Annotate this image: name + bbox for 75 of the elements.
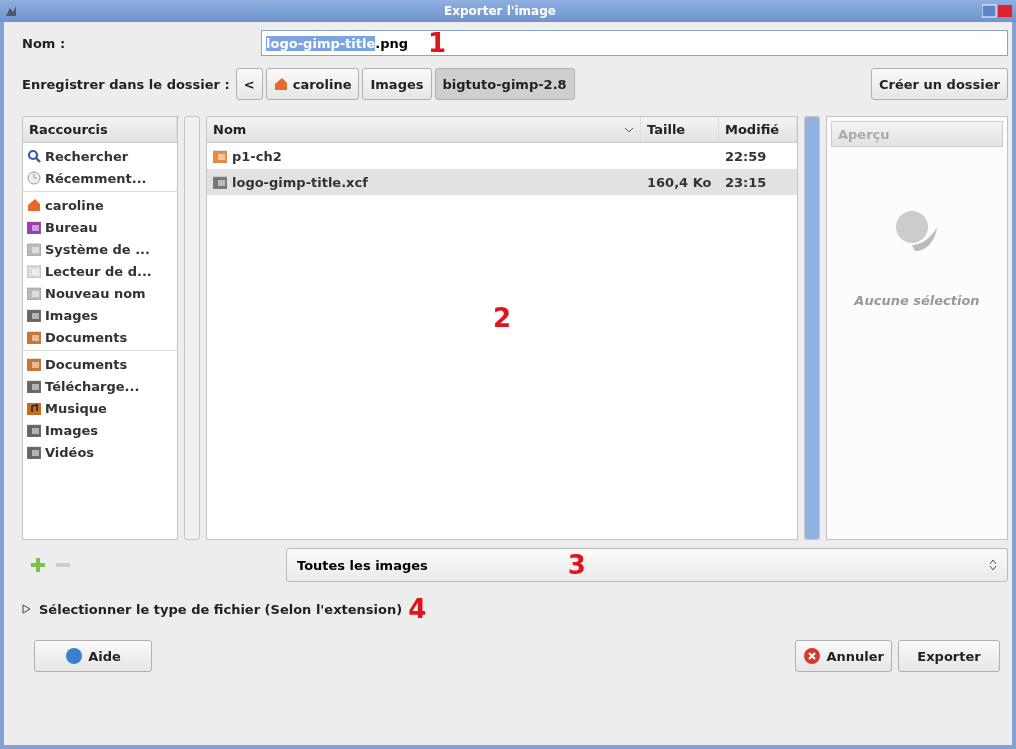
shortcut-item[interactable]: Récemment... bbox=[23, 167, 177, 189]
selected-text: logo-gimp-title bbox=[266, 35, 376, 51]
document-folder-icon bbox=[27, 357, 41, 371]
desktop-icon bbox=[27, 220, 41, 234]
window-title: Exporter l'image bbox=[444, 4, 556, 18]
annotation-number: 1 bbox=[428, 30, 447, 56]
app-icon bbox=[4, 4, 18, 18]
disc-drive-icon bbox=[27, 264, 41, 278]
home-icon bbox=[273, 77, 288, 91]
scrollbar[interactable] bbox=[804, 116, 820, 540]
export-button[interactable]: Exporter bbox=[898, 640, 1000, 672]
shortcut-item[interactable]: Musique bbox=[23, 397, 177, 419]
window-controls-icon[interactable] bbox=[982, 4, 1012, 18]
music-folder-icon bbox=[27, 401, 41, 415]
create-folder-button[interactable]: Créer un dossier bbox=[871, 68, 1008, 100]
remove-icon[interactable] bbox=[56, 563, 70, 567]
drive-icon bbox=[27, 286, 41, 300]
file-date: 22:59 bbox=[724, 148, 768, 164]
file-row[interactable]: p1-ch2 22:59 bbox=[207, 143, 797, 169]
path-button[interactable]: caroline bbox=[265, 68, 360, 100]
folder-icon bbox=[27, 379, 41, 393]
spinner-arrows-icon bbox=[989, 559, 997, 571]
field-text: .png bbox=[375, 35, 409, 51]
folder-icon bbox=[27, 445, 41, 459]
column-header[interactable]: Modifié bbox=[719, 117, 797, 143]
file-name: logo-gimp-title.xcf bbox=[207, 174, 641, 190]
shortcut-item[interactable]: Images bbox=[23, 419, 177, 441]
folder-icon bbox=[27, 423, 41, 437]
annotation-number: 3 bbox=[567, 552, 586, 578]
triangle-right-icon bbox=[22, 604, 31, 614]
file-size: 160,4 Ko bbox=[646, 174, 713, 190]
column-header[interactable]: Raccourcis bbox=[23, 117, 177, 143]
shortcut-item[interactable]: Documents bbox=[23, 353, 177, 375]
path-button[interactable]: Images bbox=[362, 68, 432, 100]
expander-toggle[interactable]: Sélectionner le type de fichier (Selon l'extension) bbox=[22, 601, 403, 617]
chevron-down-icon bbox=[624, 126, 634, 133]
field-label: Enregistrer dans le dossier : bbox=[22, 76, 230, 92]
field-label: Nom : bbox=[22, 35, 66, 51]
path-button[interactable]: bigtuto-gimp-2.8 bbox=[434, 68, 575, 100]
cancel-icon bbox=[803, 647, 822, 665]
shortcut-item[interactable]: Lecteur de d... bbox=[23, 260, 177, 282]
column-header[interactable]: Nom bbox=[207, 117, 641, 143]
home-icon bbox=[27, 198, 41, 212]
image-file-icon bbox=[213, 175, 227, 189]
back-button[interactable]: < bbox=[235, 68, 263, 100]
help-icon bbox=[65, 647, 84, 665]
annotation-number: 4 bbox=[408, 596, 427, 622]
file-date: 23:15 bbox=[724, 174, 768, 190]
shortcut-item[interactable]: Rechercher bbox=[23, 145, 177, 167]
file-type-dropdown[interactable]: Toutes les images 3 bbox=[286, 548, 1008, 582]
search-icon bbox=[27, 149, 41, 163]
shortcut-item[interactable]: Images bbox=[23, 304, 177, 326]
column-header: Aperçu bbox=[831, 121, 1003, 147]
shortcut-item[interactable]: Bureau bbox=[23, 216, 177, 238]
help-button[interactable]: Aide bbox=[34, 640, 152, 672]
file-name: p1-ch2 bbox=[207, 148, 641, 164]
folder-icon bbox=[27, 308, 41, 322]
drive-icon bbox=[27, 242, 41, 256]
shortcut-item[interactable]: caroline bbox=[23, 194, 177, 216]
shortcut-item[interactable]: Télécharge... bbox=[23, 375, 177, 397]
name-field[interactable]: logo-gimp-title.png 1 bbox=[261, 30, 1008, 56]
scrollbar[interactable] bbox=[184, 116, 200, 540]
annotation-number: 2 bbox=[492, 305, 512, 335]
document-folder-icon bbox=[27, 330, 41, 344]
shortcut-item[interactable]: Documents bbox=[23, 326, 177, 348]
add-icon[interactable] bbox=[30, 557, 46, 573]
cancel-button[interactable]: Annuler bbox=[795, 640, 892, 672]
clock-icon bbox=[27, 171, 41, 185]
folder-icon bbox=[213, 149, 227, 163]
shortcut-item[interactable]: Système de ... bbox=[23, 238, 177, 260]
shortcut-item[interactable]: Vidéos bbox=[23, 441, 177, 463]
file-row[interactable]: logo-gimp-title.xcf 160,4 Ko 23:15 bbox=[207, 169, 797, 195]
shortcut-item[interactable]: Nouveau nom bbox=[23, 282, 177, 304]
column-header[interactable]: Taille bbox=[641, 117, 719, 143]
preview-message: Aucune sélection bbox=[854, 293, 980, 308]
